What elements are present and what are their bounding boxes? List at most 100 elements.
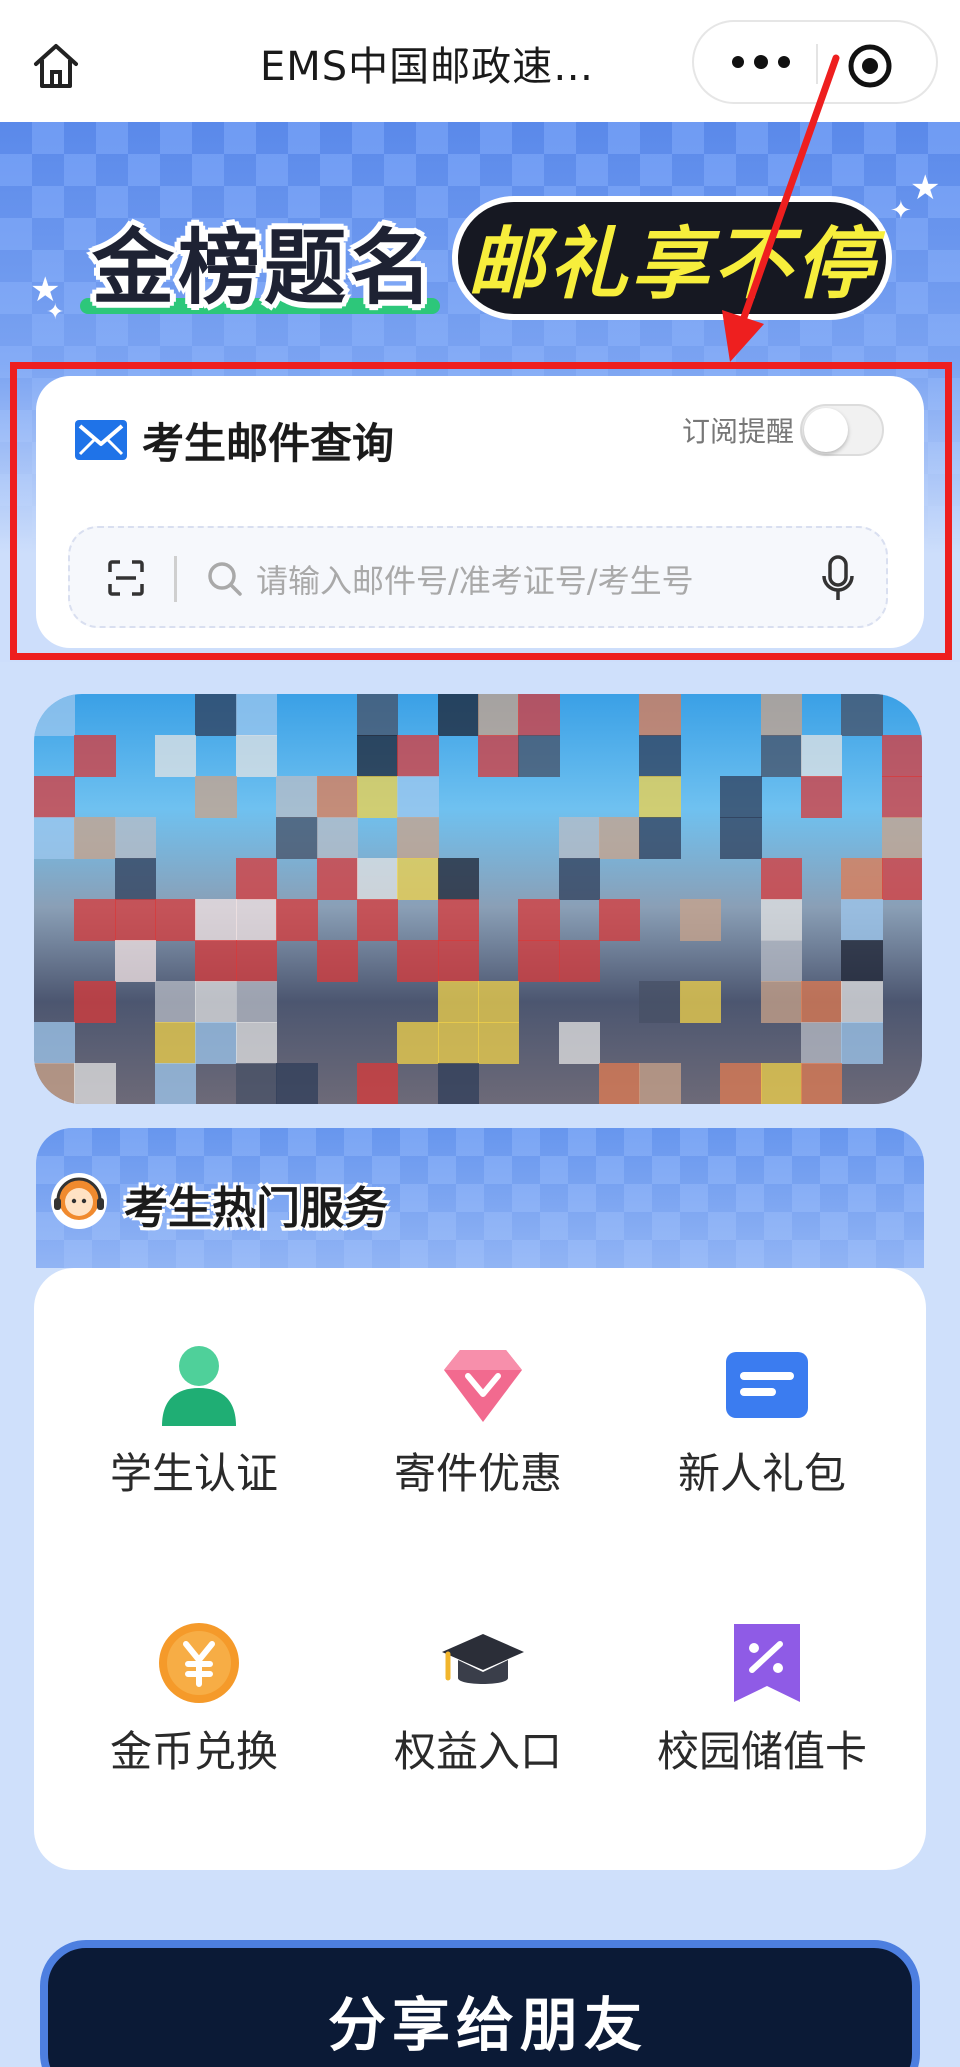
promo-pixel-tile: [760, 858, 802, 900]
promo-pixel-tile: [639, 981, 681, 1023]
promo-pixel-tile: [639, 735, 681, 777]
promo-pixel-tile: [195, 776, 237, 818]
promo-pixel-tile: [195, 940, 237, 982]
promo-pixel-tile: [558, 1022, 601, 1064]
promo-pixel-tile: [478, 1022, 520, 1064]
promo-pixel-tile: [114, 817, 157, 859]
promo-pixel-tile: [74, 1063, 116, 1104]
annotation-arrow-icon: [722, 54, 840, 362]
promo-pixel-tile: [881, 735, 922, 777]
promo-pixel-tile: [34, 776, 76, 818]
service-student-verify[interactable]: 学生认证: [52, 1342, 336, 1562]
promo-pixel-tile: [800, 776, 843, 818]
promo-pixel-tile: [720, 1063, 762, 1104]
promo-pixel-tile: [518, 940, 560, 982]
promo-pixel-tile: [397, 735, 439, 777]
promo-pixel-tile: [356, 735, 399, 777]
promo-pixel-tile: [235, 858, 278, 900]
promo-pixel-tile: [437, 899, 479, 941]
promo-pixel-tile: [760, 694, 802, 736]
promo-pixel-tile: [437, 981, 479, 1023]
card-list-icon: [726, 1352, 808, 1418]
promo-banner-image[interactable]: [34, 694, 922, 1104]
promo-pixel-tile: [437, 858, 479, 900]
promo-pixel-tile: [276, 1063, 318, 1104]
page-title: EMS中国邮政速…: [260, 44, 595, 90]
promo-pixel-tile: [235, 1063, 278, 1104]
service-coin-exchange[interactable]: 金币兑换: [52, 1620, 336, 1840]
service-benefits-entry[interactable]: 权益入口: [336, 1620, 620, 1840]
service-shipping-discount[interactable]: 寄件优惠: [336, 1342, 620, 1562]
promo-pixel-tile: [356, 1063, 399, 1104]
diamond-discount-icon: [444, 1350, 522, 1422]
promo-pixel-tile: [235, 899, 278, 941]
promo-pixel-tile: [155, 735, 197, 777]
promo-pixel-tile: [356, 694, 399, 736]
promo-pixel-tile: [34, 1022, 76, 1064]
promo-pixel-tile: [437, 940, 479, 982]
promo-pixel-tile: [397, 776, 439, 818]
promo-pixel-tile: [114, 899, 157, 941]
promo-pixel-tile: [679, 899, 722, 941]
service-campus-stored-card[interactable]: 校园储值卡: [620, 1620, 904, 1840]
promo-pixel-tile: [760, 899, 802, 941]
promo-pixel-tile: [881, 776, 922, 818]
promo-pixel-tile: [437, 694, 479, 736]
promo-pixel-tile: [155, 1063, 197, 1104]
promo-pixel-tile: [114, 858, 157, 900]
promo-pixel-tile: [397, 817, 439, 859]
promo-pixel-tile: [800, 1022, 843, 1064]
promo-pixel-tile: [841, 981, 883, 1023]
promo-pixel-tile: [74, 981, 116, 1023]
promo-pixel-tile: [841, 940, 883, 982]
service-label: 学生认证: [109, 1449, 278, 1498]
promo-pixel-tile: [881, 817, 922, 859]
promo-pixel-tile: [356, 899, 399, 941]
promo-pixel-tile: [478, 981, 520, 1023]
promo-pixel-tile: [34, 694, 76, 736]
promo-pixel-tile: [760, 735, 802, 777]
promo-pixel-tile: [841, 1022, 883, 1064]
promo-pixel-tile: [155, 1022, 197, 1064]
service-new-user-gift[interactable]: 新人礼包: [620, 1342, 904, 1562]
hero-title-left: 金榜题名: [86, 198, 442, 322]
service-label: 权益入口: [393, 1727, 562, 1776]
promo-pixel-tile: [558, 817, 601, 859]
promo-pixel-tile: [235, 1022, 278, 1064]
student-person-icon: [162, 1346, 236, 1426]
promo-pixel-tile: [397, 858, 439, 900]
promo-pixel-tile: [195, 981, 237, 1023]
promo-pixel-tile: [316, 858, 358, 900]
promo-pixel-tile: [437, 1063, 479, 1104]
promo-pixel-tile: [760, 1063, 802, 1104]
promo-pixel-tile: [114, 940, 157, 982]
annotation-highlight-box: [10, 362, 952, 660]
promo-pixel-tile: [397, 940, 439, 982]
promo-pixel-tile: [800, 981, 843, 1023]
promo-pixel-tile: [841, 694, 883, 736]
promo-pixel-tile: [74, 735, 116, 777]
promo-pixel-tile: [155, 899, 197, 941]
home-button[interactable]: [26, 36, 86, 96]
promo-pixel-tile: [478, 694, 520, 736]
promo-pixel-tile: [276, 817, 318, 859]
promo-pixel-tile: [356, 858, 399, 900]
promo-pixel-tile: [316, 776, 358, 818]
promo-pixel-tile: [599, 899, 641, 941]
promo-pixel-tile: [437, 1022, 479, 1064]
promo-pixel-tile: [518, 694, 560, 736]
promo-pixel-tile: [800, 1063, 843, 1104]
promo-pixel-tile: [599, 1063, 641, 1104]
promo-pixel-tile: [639, 1063, 681, 1104]
service-label: 金币兑换: [109, 1727, 278, 1776]
promo-pixel-tile: [235, 694, 278, 736]
promo-pixel-tile: [720, 817, 762, 859]
promo-pixel-tile: [558, 858, 601, 900]
share-to-friends-button[interactable]: 分享给朋友: [40, 1940, 920, 2067]
promo-pixel-tile: [34, 1063, 76, 1104]
service-label: 校园储值卡: [656, 1727, 867, 1776]
service-label: 新人礼包: [677, 1449, 846, 1498]
promo-pixel-tile: [639, 694, 681, 736]
sparkle-star-icon: ✦: [890, 196, 912, 226]
promo-pixel-tile: [356, 776, 399, 818]
